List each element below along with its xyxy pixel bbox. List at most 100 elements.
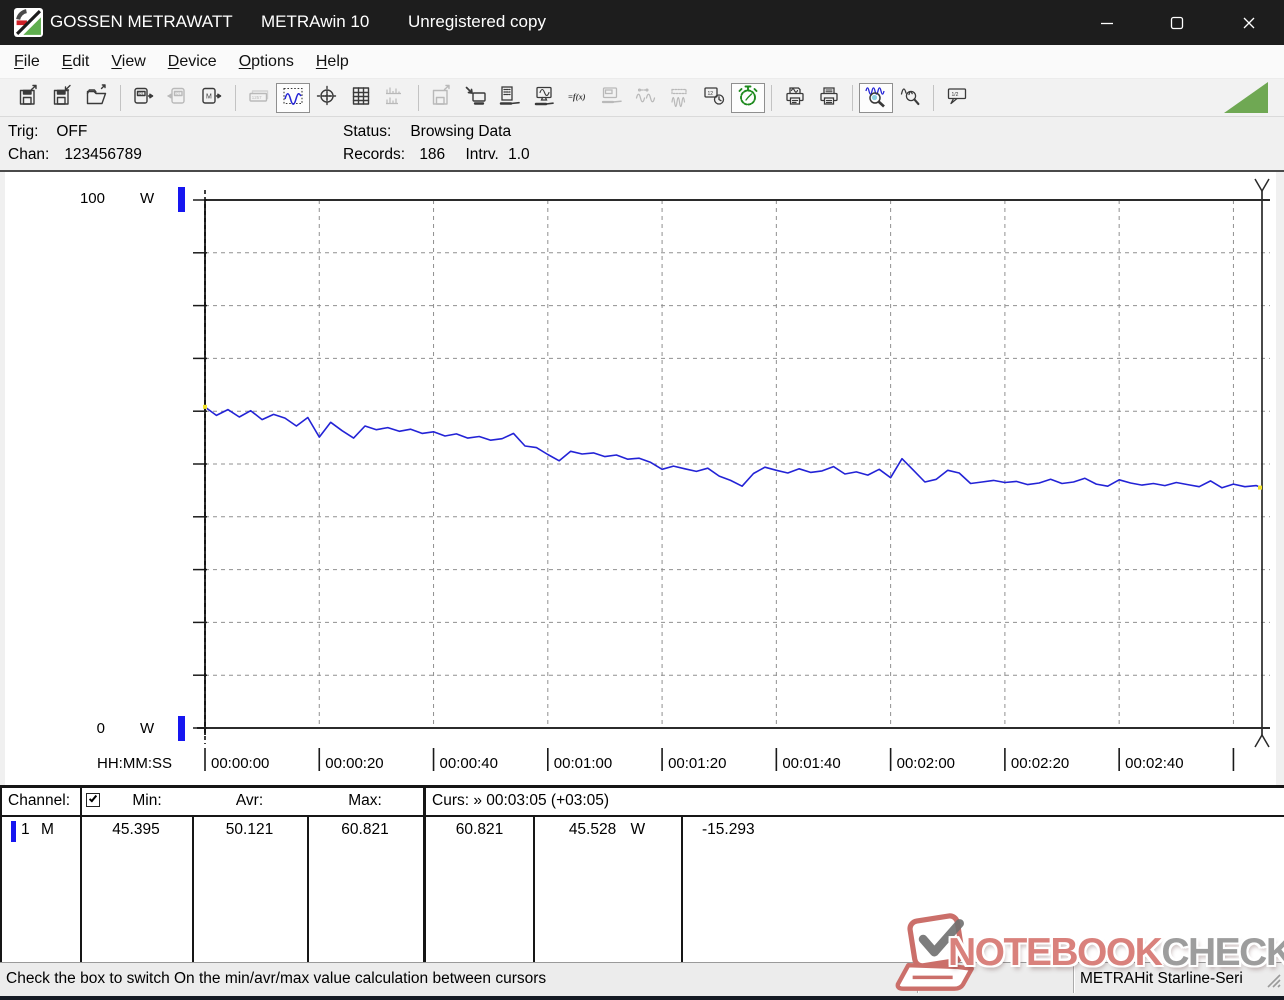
x-tick-label: 00:01:20 <box>668 755 727 772</box>
save-as-icon <box>51 84 75 111</box>
y-axis-unit-top: W <box>140 190 155 207</box>
toolbar: 321 321 M 1257 =f(x) 12 1/2 <box>0 79 1284 117</box>
toolbar-separator <box>933 84 934 111</box>
annotation-button[interactable]: 1/2 <box>940 83 974 113</box>
channel-axis-marker <box>178 716 185 741</box>
status-label: Status: <box>343 123 392 140</box>
svg-text:1/2: 1/2 <box>952 92 959 98</box>
toolbar-separator <box>418 84 419 111</box>
print-button[interactable] <box>812 83 846 113</box>
chart-view-button[interactable] <box>276 82 310 113</box>
read-memory-button[interactable]: M <box>195 83 229 113</box>
row-avr-value: 50.121 <box>225 821 274 838</box>
row-channel-number: 1 <box>21 821 30 838</box>
sine-compare-icon <box>634 84 658 111</box>
header-avr: Avr: <box>235 792 264 809</box>
toolbar-separator <box>852 84 853 111</box>
menu-help[interactable]: Help <box>305 49 360 75</box>
zoom-window-button[interactable] <box>859 82 893 113</box>
menu-file[interactable]: File <box>3 49 51 75</box>
minimize-button[interactable] <box>1078 0 1136 45</box>
import-data-button[interactable] <box>459 83 493 113</box>
window-title-status: Unregistered copy <box>408 12 546 31</box>
power-curve <box>204 406 1263 489</box>
row-min-value: 45.395 <box>112 821 160 838</box>
send-device-icon: 321 <box>166 84 190 111</box>
chart-curve-icon <box>281 84 305 111</box>
timer-button[interactable] <box>731 82 765 113</box>
printer-icon <box>817 84 841 111</box>
menu-view[interactable]: View <box>100 49 156 75</box>
row-cursor-b-value: 45.528 W <box>533 821 681 839</box>
svg-text:321: 321 <box>175 92 181 96</box>
window-title-app: METRAwin 10 <box>261 12 370 31</box>
trig-label: Trig: <box>8 123 39 140</box>
row-delta-value: -15.293 <box>702 821 755 838</box>
cursor-b-number: 45.528 <box>568 821 617 838</box>
histogram-icon <box>383 84 407 111</box>
menubar: File Edit View Device Options Help <box>0 45 1284 79</box>
table-divider <box>681 817 683 962</box>
row-cursor-a-value: 60.821 <box>455 821 504 838</box>
channel-settings-button[interactable] <box>493 83 527 113</box>
read-device-icon: 321 <box>132 84 156 111</box>
svg-text:M: M <box>206 94 212 101</box>
trig-value: OFF <box>56 123 88 140</box>
x-tick-label: 00:00:00 <box>211 755 270 772</box>
resize-grip[interactable] <box>1264 971 1282 994</box>
zoom-curve-icon <box>898 84 922 111</box>
numeric-display-icon: 1257 <box>247 84 271 111</box>
channel-settings-icon <box>498 84 522 111</box>
y-axis-unit-bottom: W <box>140 720 155 737</box>
table-view-button[interactable] <box>344 83 378 113</box>
chart-plot-area[interactable] <box>0 172 1284 785</box>
open-file-icon <box>85 84 109 111</box>
print-preview-button[interactable] <box>778 83 812 113</box>
channel-1-marker <box>11 821 16 842</box>
header-min: Min: <box>132 792 162 809</box>
menu-edit[interactable]: Edit <box>51 49 101 75</box>
device-status-strip: Trig: OFF Chan: 123456789 Status: Browsi… <box>0 117 1284 172</box>
read-device-button[interactable]: 321 <box>127 83 161 113</box>
scope-crosshair-icon <box>315 84 339 111</box>
menu-device[interactable]: Device <box>157 49 228 75</box>
toolbar-separator <box>120 84 121 111</box>
device-config-button <box>595 83 629 113</box>
send-device-button: 321 <box>161 83 195 113</box>
export-data-button <box>425 83 459 113</box>
scope-view-button[interactable] <box>310 83 344 113</box>
minmax-checkbox[interactable] <box>86 793 100 807</box>
app-logo-icon <box>14 8 43 37</box>
cursor-intersection-marker <box>203 404 207 409</box>
function-fx-icon: =f(x) <box>566 84 590 111</box>
y-axis-max-label: 100 <box>79 190 105 207</box>
time-base-button[interactable]: 12 <box>697 83 731 113</box>
x-tick-label: 00:00:40 <box>439 755 498 772</box>
envelope-button <box>663 83 697 113</box>
window-bottom-edge <box>0 996 1284 1000</box>
row-max-value: 60.821 <box>341 821 389 838</box>
statusbar-hint: Check the box to switch On the min/avr/m… <box>6 970 547 987</box>
open-file-button[interactable] <box>80 83 114 113</box>
save-file-button[interactable] <box>12 83 46 113</box>
display-settings-button[interactable] <box>527 83 561 113</box>
close-button[interactable] <box>1220 0 1278 45</box>
statusbar: Check the box to switch On the min/avr/m… <box>0 962 1284 996</box>
chart-panel: 100 W 0 W HH:MM:SS 00:00:00 00:00:20 00:00… <box>0 172 1284 785</box>
function-button[interactable]: =f(x) <box>561 83 595 113</box>
y-axis-min-label: 0 <box>96 720 105 737</box>
zoom-reset-button[interactable] <box>893 83 927 113</box>
maximize-button[interactable] <box>1148 0 1206 45</box>
save-as-button[interactable] <box>46 83 80 113</box>
histogram-view-button <box>378 83 412 113</box>
read-memory-icon: M <box>200 84 224 111</box>
cursor-2-line[interactable] <box>1254 178 1270 748</box>
compare-curves-button <box>629 83 663 113</box>
interval-label: Intrv. <box>465 146 499 163</box>
envelope-wave-icon <box>668 84 692 111</box>
records-value: 186 <box>419 146 446 163</box>
menu-options[interactable]: Options <box>228 49 305 75</box>
stopwatch-icon <box>736 84 760 111</box>
check-icon <box>88 793 98 803</box>
x-tick-label: 00:00:20 <box>325 755 384 772</box>
